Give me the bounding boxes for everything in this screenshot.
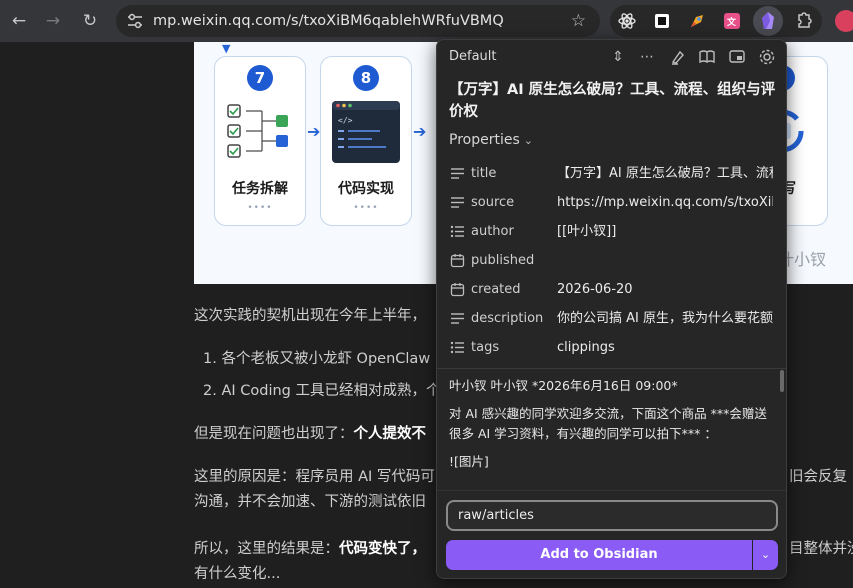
- property-value[interactable]: 2026-06-20: [557, 275, 773, 304]
- back-button[interactable]: ←: [7, 9, 31, 33]
- template-chevron-updown-icon[interactable]: ⇕: [608, 47, 628, 67]
- address-bar[interactable]: mp.weixin.qq.com/s/txoXiBM6qablehWRfuVBM…: [116, 5, 600, 37]
- paragraph-bold: 个人提效不: [353, 426, 427, 442]
- property-row-author[interactable]: author [[叶小钗]]: [437, 217, 786, 246]
- task-split-illustration-icon: [227, 104, 288, 158]
- property-row-source[interactable]: source https://mp.weixin.qq.com/s/txoXiB…: [437, 188, 786, 217]
- article-paragraph-tail: 目整体并没: [789, 541, 853, 557]
- property-value[interactable]: 你的公司搞 AI 原生，我为什么要花额: [557, 304, 773, 333]
- list-icon: [450, 225, 464, 238]
- paragraph-text: 所以，这里的结果是：: [194, 541, 339, 557]
- list-item: 1. 各个老板又被小龙虾 OpenClaw: [203, 351, 431, 367]
- properties-label: Properties: [449, 132, 520, 148]
- add-options-chevron-icon[interactable]: ⌄: [753, 540, 778, 570]
- content-scrollbar[interactable]: [780, 370, 784, 392]
- article-paragraph: 这次实践的契机出现在今年上半年，: [194, 308, 426, 324]
- step-card-task-split: 7 任务拆解 ••••: [214, 56, 306, 226]
- obsidian-clipper-popup: Default ⇕ ⋯ 【万字】AI 原生怎么破局？工具、流程、组织与评价权 P…: [436, 39, 787, 579]
- property-value[interactable]: 【万字】AI 原生怎么破局？工具、流程、组织与评价权: [557, 159, 773, 188]
- article-paragraph: 这里的原因是：程序员用 AI 写代码可: [194, 469, 435, 485]
- properties-toggle[interactable]: Properties ⌄: [449, 132, 533, 148]
- text-lines-icon: [451, 313, 464, 324]
- property-row-tags[interactable]: tags clippings: [437, 333, 786, 362]
- obsidian-icon[interactable]: [759, 11, 777, 31]
- rocket-extension-icon[interactable]: [687, 11, 707, 31]
- property-key: title: [471, 166, 497, 181]
- text-lines-icon: [451, 197, 464, 208]
- code-editor-illustration-icon: </>: [332, 101, 400, 163]
- template-select[interactable]: Default: [449, 49, 497, 64]
- url-text[interactable]: mp.weixin.qq.com/s/txoXiBM6qablehWRfuVBM…: [153, 5, 504, 37]
- step-number: 7: [247, 65, 273, 91]
- calendar-icon: [450, 283, 465, 297]
- section-divider: [437, 368, 786, 369]
- article-paragraph: 沟通，并不会加速、下游的测试依旧: [194, 494, 426, 510]
- step-number: 8: [353, 65, 379, 91]
- property-key: created: [471, 282, 521, 297]
- property-row-created[interactable]: created 2026-06-20: [437, 275, 786, 304]
- list-icon: [450, 341, 464, 354]
- property-row-title[interactable]: title 【万字】AI 原生怎么破局？工具、流程、组织与评价权: [437, 159, 786, 188]
- property-value[interactable]: clippings: [557, 333, 773, 362]
- more-icon[interactable]: ⋯: [637, 47, 657, 67]
- property-key: description: [471, 311, 544, 326]
- svg-text:</>: </>: [338, 116, 353, 125]
- step-card-code-impl: 8 </> 代码实现 ••••: [320, 56, 412, 226]
- reload-button[interactable]: ↻: [78, 9, 102, 33]
- list-item: 2. AI Coding 工具已经相对成熟，个: [203, 383, 441, 399]
- paragraph-bold: 代码变快了，: [339, 541, 426, 557]
- browser-window: ← → ↻ mp.weixin.qq.com/s/txoXiBM6qablehW…: [0, 0, 853, 588]
- site-settings-icon[interactable]: [126, 12, 144, 30]
- settings-gear-icon[interactable]: [757, 47, 777, 67]
- vault-path-input[interactable]: [446, 500, 778, 531]
- obsidian-clipper-active-bg[interactable]: [753, 6, 783, 36]
- add-to-obsidian-button[interactable]: Add to Obsidian: [446, 540, 752, 570]
- flow-arrow-right-icon: ➔: [413, 122, 427, 141]
- article-paragraph: 所以，这里的结果是：代码变快了，: [194, 537, 426, 561]
- svg-text:文: 文: [726, 16, 737, 28]
- chevron-down-icon: ⌄: [523, 134, 533, 147]
- note-content-editor[interactable]: 叶小钗 叶小钗 *2026年6月16日 09:00* 对 AI 感兴趣的同学欢迎…: [449, 376, 775, 486]
- clipper-footer: Add to Obsidian ⌄: [437, 490, 786, 578]
- note-title[interactable]: 【万字】AI 原生怎么破局？工具、流程、组织与评价权: [449, 79, 779, 123]
- property-value[interactable]: [[叶小钗]]: [557, 217, 773, 246]
- flow-arrow-down-icon: ▼: [222, 42, 231, 55]
- calendar-icon: [450, 254, 465, 268]
- property-row-published[interactable]: published: [437, 246, 786, 275]
- puzzle-extensions-icon[interactable]: [793, 11, 813, 31]
- article-paragraph: 有什么变化...: [194, 566, 281, 582]
- property-key: author: [471, 224, 514, 239]
- property-key: source: [471, 195, 515, 210]
- step-title: 任务拆解: [232, 181, 288, 197]
- content-line: ![图片]: [449, 454, 489, 469]
- reader-book-icon[interactable]: [697, 47, 717, 67]
- content-line: 叶小钗 叶小钗 *2026年6月16日 09:00*: [449, 378, 678, 393]
- property-value[interactable]: https://mp.weixin.qq.com/s/txoXiBM6qable…: [557, 188, 773, 217]
- article-paragraph: 但是现在问题也出现了：个人提效不: [194, 422, 426, 446]
- step-title: 代码实现: [338, 181, 394, 197]
- translate-extension-icon[interactable]: 文: [722, 11, 742, 31]
- paragraph-text: 但是现在问题也出现了：: [194, 426, 354, 442]
- step-dots: ••••: [353, 203, 379, 213]
- embed-window-icon[interactable]: [727, 47, 747, 67]
- notion-web-clipper-icon[interactable]: [652, 11, 672, 31]
- profile-avatar[interactable]: [835, 10, 853, 32]
- article-paragraph-tail: 旧会反复: [789, 469, 847, 485]
- text-lines-icon: [451, 168, 464, 179]
- property-key: tags: [471, 340, 500, 355]
- property-row-description[interactable]: description 你的公司搞 AI 原生，我为什么要花额: [437, 304, 786, 333]
- content-line: 对 AI 感兴趣的同学欢迎多交流，下面这个商品 ***会赠送很多 AI 学习资料…: [449, 406, 767, 441]
- browser-toolbar: ← → ↻ mp.weixin.qq.com/s/txoXiBM6qablehW…: [0, 0, 853, 42]
- forward-button[interactable]: →: [41, 9, 65, 33]
- flow-arrow-right-icon: ➔: [307, 122, 321, 141]
- highlighter-icon[interactable]: [668, 47, 688, 67]
- property-key: published: [471, 253, 535, 268]
- step-dots: ••••: [247, 203, 273, 213]
- bookmark-star-icon[interactable]: ☆: [571, 5, 586, 37]
- extensions-bar: 文: [610, 5, 822, 37]
- react-devtools-icon[interactable]: [617, 11, 637, 31]
